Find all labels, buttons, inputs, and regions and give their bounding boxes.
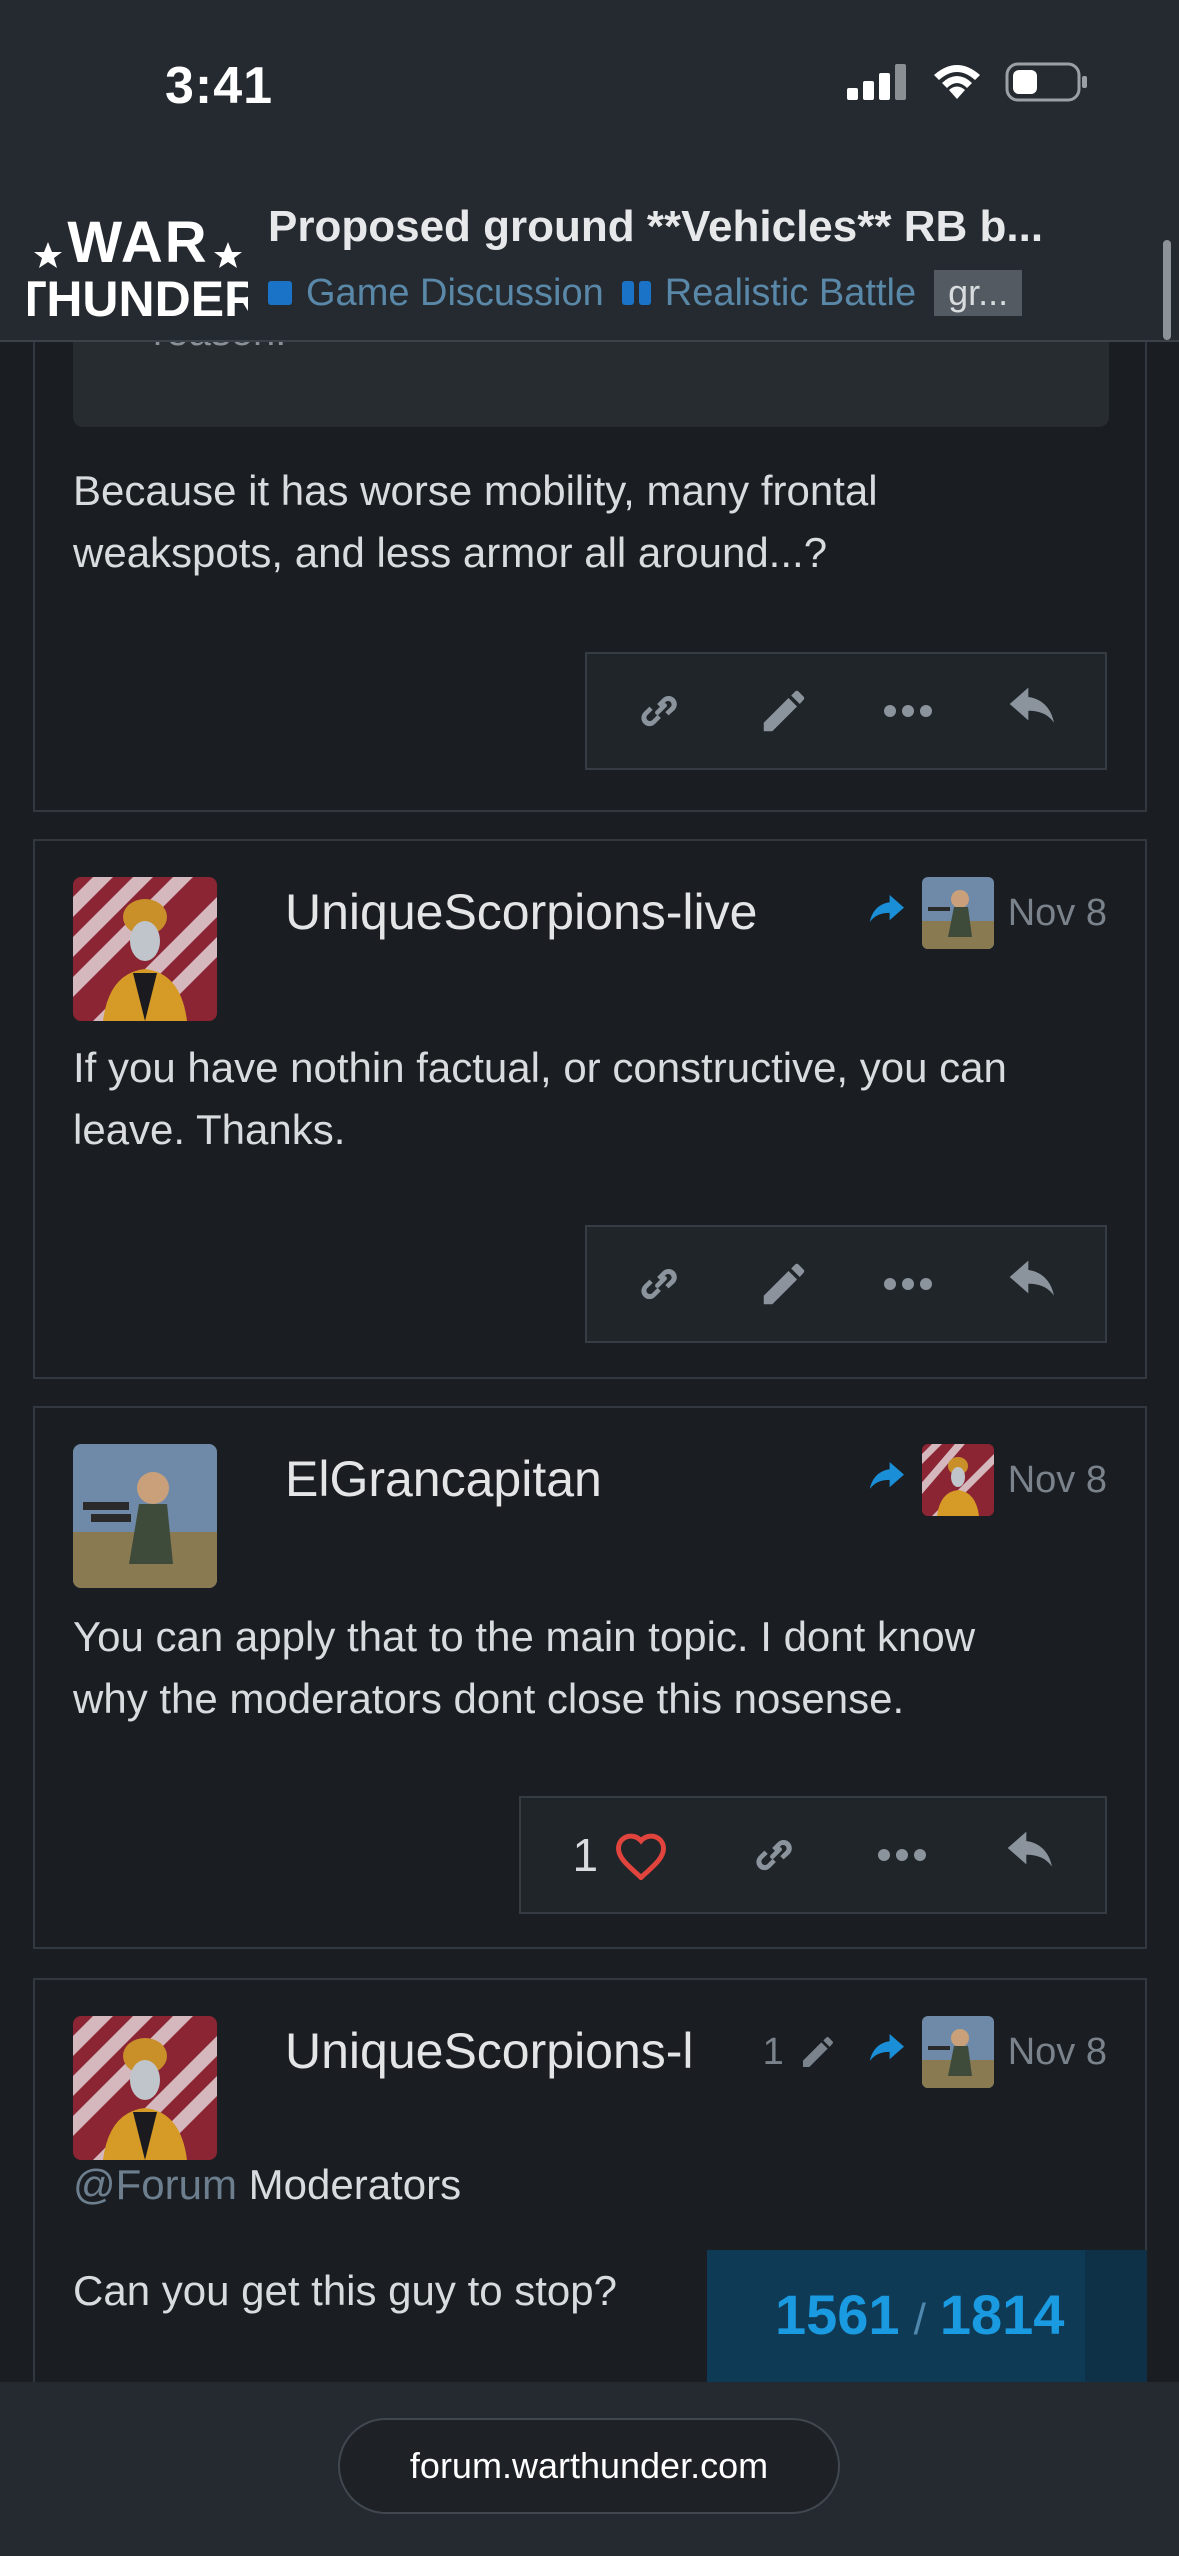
progress-total: 1814 <box>939 2283 1065 2346</box>
status-icons <box>847 62 1089 102</box>
edit-history-icon[interactable] <box>798 2032 838 2072</box>
edit-icon[interactable] <box>729 1234 839 1334</box>
post-meta: Nov 8 <box>864 877 1107 949</box>
post-body-line: why the moderators dont close this nosen… <box>73 1675 905 1722</box>
post-body-line: @Forum Moderators <box>73 2154 617 2216</box>
more-icon[interactable] <box>847 1805 957 1905</box>
like-button[interactable]: 1 <box>540 1805 700 1905</box>
mention-link[interactable]: @Forum <box>73 2161 237 2208</box>
browser-bottom-bar: forum.warthunder.com <box>0 2382 1179 2556</box>
post-body: @Forum Moderators Can you get this guy t… <box>73 2154 617 2322</box>
battery-icon <box>1005 62 1087 102</box>
reply-to-avatar[interactable] <box>921 877 994 949</box>
post-actions: 1 <box>519 1796 1107 1914</box>
mention-rest: Moderators <box>236 2161 462 2208</box>
post-body-line: If you have nothin factual, or construct… <box>73 1044 1007 1091</box>
clock: 3:41 <box>165 57 274 115</box>
edit-icon[interactable] <box>729 661 839 761</box>
svg-text:WAR: WAR <box>67 210 208 275</box>
more-icon[interactable] <box>853 661 963 761</box>
post: ElGrancapitan Nov 8 You can apply that t… <box>33 1406 1147 1949</box>
post-actions <box>585 652 1107 770</box>
signal-icon <box>847 64 906 100</box>
url-bar[interactable]: forum.warthunder.com <box>338 2418 840 2514</box>
avatar[interactable] <box>73 1444 217 1588</box>
more-icon[interactable] <box>853 1234 963 1334</box>
reply-icon[interactable] <box>978 661 1088 761</box>
post: UniqueScorpions-live Nov 8 If you have n… <box>33 839 1147 1379</box>
post-body: If you have nothin factual, or construct… <box>73 1037 1007 1161</box>
category-game-discussion[interactable]: Game Discussion <box>268 272 604 315</box>
quote-block: reason. <box>73 342 1109 427</box>
subcategory-label: Realistic Battle <box>664 271 917 314</box>
post-meta: 1 Nov 8 <box>763 2016 1107 2088</box>
reply-icon[interactable] <box>976 1805 1086 1905</box>
post: reason. Because it has worse mobility, m… <box>33 342 1147 812</box>
subcategory-badge-icon <box>621 281 651 305</box>
username[interactable]: ElGrancapitan <box>285 1450 602 1508</box>
post-body-line: weakspots, and less armor all around...? <box>73 529 828 576</box>
scrollbar[interactable] <box>1163 240 1171 340</box>
post-stream: reason. Because it has worse mobility, m… <box>0 342 1179 2382</box>
topic-header: WAR THUNDER Proposed ground **Vehicles**… <box>0 190 1179 342</box>
post-date[interactable]: Nov 8 <box>1008 2031 1107 2074</box>
quote-text: reason. <box>153 342 286 360</box>
reply-to-icon[interactable] <box>864 895 908 931</box>
post-body-line: leave. Thanks. <box>73 1106 346 1153</box>
war-thunder-logo[interactable]: WAR THUNDER <box>16 204 260 327</box>
post-date[interactable]: Nov 8 <box>1008 892 1107 935</box>
progress-text: 1561 / 1814 <box>775 2282 1064 2347</box>
username[interactable]: UniqueScorpions-live <box>285 883 757 941</box>
post-body: You can apply that to the main topic. I … <box>73 1606 975 1730</box>
status-bar: 3:41 <box>0 0 1179 190</box>
avatar[interactable] <box>73 2016 217 2160</box>
reply-to-avatar[interactable] <box>921 2016 994 2088</box>
category-label: Game Discussion <box>306 271 604 314</box>
like-count: 1 <box>572 1829 599 1881</box>
svg-text:THUNDER: THUNDER <box>28 271 248 324</box>
link-icon[interactable] <box>719 1805 829 1905</box>
post-meta: Nov 8 <box>864 1444 1107 1516</box>
reply-to-icon[interactable] <box>864 1462 908 1498</box>
reply-to-icon[interactable] <box>864 2034 908 2070</box>
post-date[interactable]: Nov 8 <box>1008 1459 1107 1502</box>
tag-chip[interactable]: gr... <box>934 270 1023 316</box>
post-body-line: Because it has worse mobility, many fron… <box>73 467 878 514</box>
breadcrumb: Game Discussion Realistic Battle gr... <box>268 270 1023 316</box>
avatar[interactable] <box>73 877 217 1021</box>
link-icon[interactable] <box>604 1234 714 1334</box>
subcategory-realistic-battle[interactable]: Realistic Battle <box>621 271 917 315</box>
category-badge-icon <box>268 281 292 305</box>
reply-to-avatar[interactable] <box>921 1444 994 1516</box>
heart-icon <box>616 1833 667 1880</box>
topic-title[interactable]: Proposed ground **Vehicles** RB b... <box>268 202 1098 252</box>
topic-progress[interactable]: 1561 / 1814 <box>707 2250 1147 2382</box>
post-body-line: Can you get this guy to stop? <box>73 2267 618 2314</box>
edit-count[interactable]: 1 <box>763 2031 784 2074</box>
post-body-line: You can apply that to the main topic. I … <box>73 1613 976 1660</box>
progress-separator: / <box>913 2295 926 2344</box>
progress-current: 1561 <box>775 2283 900 2346</box>
post-actions <box>585 1225 1107 1343</box>
reply-icon[interactable] <box>978 1234 1088 1334</box>
post-body: Because it has worse mobility, many fron… <box>73 460 878 584</box>
username[interactable]: UniqueScorpions-l <box>285 2022 755 2080</box>
link-icon[interactable] <box>604 661 714 761</box>
wifi-icon <box>934 65 980 99</box>
